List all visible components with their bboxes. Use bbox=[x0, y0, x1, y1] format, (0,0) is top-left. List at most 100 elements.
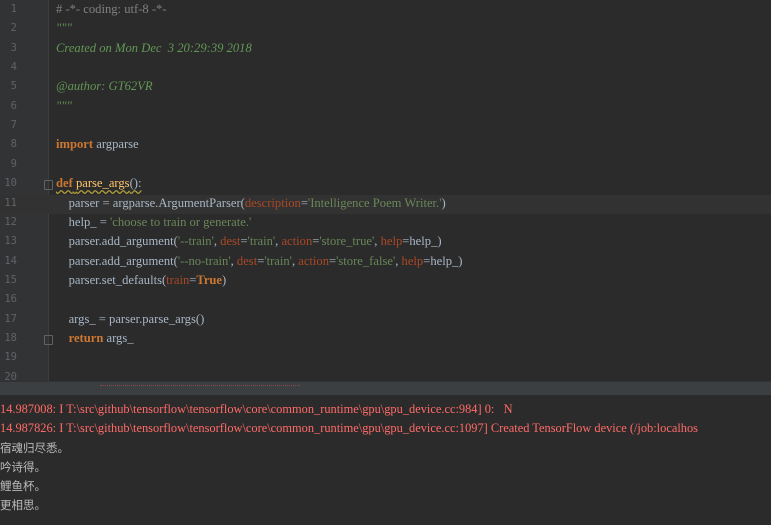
code-token: dest bbox=[220, 234, 241, 249]
code-token: 'choose to train or generate.' bbox=[109, 214, 252, 229]
panel-splitter[interactable] bbox=[0, 381, 771, 396]
code-editor[interactable]: 1 # -*- coding: utf-8 -*- 2 """ 3 Created on … bbox=[0, 0, 771, 381]
code-token: True bbox=[196, 272, 223, 287]
code-line[interactable]: 4 bbox=[0, 59, 771, 78]
code-token: 'train' bbox=[264, 253, 292, 268]
code-token: parse_args bbox=[75, 176, 130, 191]
code-token: 'store_true' bbox=[319, 234, 375, 249]
run-console[interactable]: 14.987008: I T:\src\github\tensorflow\te… bbox=[0, 395, 771, 525]
code-token: ) bbox=[441, 195, 446, 210]
line-number: 1 bbox=[10, 3, 17, 15]
code-token: # -*- coding: utf-8 -*- bbox=[56, 2, 167, 16]
code-token: =help_) bbox=[402, 234, 442, 249]
line-number: 12 bbox=[4, 215, 17, 228]
code-line[interactable]: 10 def parse_args(): bbox=[0, 175, 771, 194]
code-line[interactable]: 12 help_ = 'choose to train or generate.… bbox=[0, 214, 771, 233]
code-token: train bbox=[166, 272, 190, 287]
code-text: parser.add_argument('--no-train', dest='… bbox=[56, 254, 463, 269]
clipped-output-line bbox=[100, 382, 300, 386]
code-line[interactable]: 6 """ bbox=[0, 98, 771, 117]
code-token: @author: GT62VR bbox=[56, 79, 153, 94]
code-line[interactable]: 8 import argparse bbox=[0, 136, 771, 155]
code-text: """ bbox=[56, 99, 72, 114]
line-number: 11 bbox=[4, 196, 17, 209]
code-token: """ bbox=[56, 98, 72, 113]
code-token: parser.set_defaults( bbox=[56, 272, 167, 287]
code-token: '--no-train' bbox=[177, 253, 231, 268]
code-line[interactable]: 9 bbox=[0, 156, 771, 175]
line-number: 20 bbox=[4, 370, 17, 381]
console-log-line: 14.987008: I T:\src\github\tensorflow\te… bbox=[0, 402, 513, 416]
console-output-line: 鲤鱼杯。 bbox=[0, 479, 46, 493]
code-line[interactable]: 15 parser.set_defaults(train=True) bbox=[0, 272, 771, 291]
line-number: 9 bbox=[10, 157, 17, 170]
code-text: """ bbox=[56, 21, 72, 36]
code-line[interactable]: 16 bbox=[0, 291, 771, 310]
code-token: """ bbox=[56, 21, 72, 36]
code-token: 'store_false' bbox=[336, 253, 396, 268]
code-text: # -*- coding: utf-8 -*- bbox=[56, 2, 167, 17]
code-token: = bbox=[300, 195, 308, 210]
code-text: args_ = parser.parse_args() bbox=[56, 311, 205, 327]
line-number: 5 bbox=[10, 80, 17, 93]
code-line[interactable]: 20 bbox=[0, 369, 771, 381]
console-output-line: 更相思。 bbox=[0, 498, 46, 512]
code-line[interactable]: 1 # -*- coding: utf-8 -*- bbox=[0, 1, 771, 20]
code-token: = bbox=[240, 234, 248, 249]
code-token: description bbox=[244, 195, 301, 210]
code-line[interactable]: 2 """ bbox=[0, 20, 771, 39]
code-token: 'Intelligence Poem Writer.' bbox=[307, 195, 442, 210]
code-line[interactable]: 19 bbox=[0, 349, 771, 368]
code-text: import argparse bbox=[56, 137, 139, 152]
code-token: def bbox=[56, 176, 73, 191]
code-text: parser = argparse.ArgumentParser(descrip… bbox=[56, 196, 446, 211]
code-token: help bbox=[380, 234, 403, 249]
code-token: import bbox=[56, 137, 94, 152]
code-token: args_ bbox=[103, 330, 134, 345]
line-number: 7 bbox=[10, 119, 17, 132]
line-number: 17 bbox=[4, 312, 17, 325]
code-line[interactable]: 11 parser = argparse.ArgumentParser(desc… bbox=[0, 194, 771, 214]
code-line[interactable]: 17 args_ = parser.parse_args() bbox=[0, 311, 771, 330]
code-token: action bbox=[298, 253, 330, 268]
code-token: args_ = parser.parse_args() bbox=[56, 311, 205, 326]
code-token: Created on Mon Dec 3 20:29:39 2018 bbox=[56, 40, 252, 55]
code-token: parser = argparse.ArgumentParser( bbox=[56, 195, 245, 210]
code-token: '--train' bbox=[177, 234, 214, 249]
line-number: 19 bbox=[4, 351, 17, 364]
line-number: 4 bbox=[10, 61, 17, 74]
line-number: 15 bbox=[4, 273, 17, 286]
line-number: 8 bbox=[10, 138, 17, 151]
code-text: help_ = 'choose to train or generate.' bbox=[56, 214, 252, 230]
console-log-line: 14.987826: I T:\src\github\tensorflow\te… bbox=[0, 421, 698, 435]
code-text: parser.add_argument('--train', dest='tra… bbox=[56, 234, 442, 249]
line-number: 16 bbox=[4, 293, 17, 306]
code-token: return bbox=[68, 330, 104, 345]
line-number: 13 bbox=[4, 235, 17, 248]
line-number: 18 bbox=[4, 331, 17, 344]
code-text: @author: GT62VR bbox=[56, 79, 153, 94]
code-token: =help_) bbox=[423, 253, 463, 268]
code-token: parser.add_argument( bbox=[56, 253, 178, 268]
line-number: 10 bbox=[4, 177, 17, 190]
code-line[interactable]: 14 parser.add_argument('--no-train', des… bbox=[0, 253, 771, 272]
code-token: help bbox=[401, 253, 424, 268]
code-token: ) bbox=[222, 272, 227, 287]
fold-toggle-icon[interactable] bbox=[44, 334, 53, 345]
code-token: dest bbox=[236, 253, 258, 268]
line-number: 6 bbox=[10, 99, 17, 112]
line-number: 3 bbox=[10, 41, 17, 54]
line-number: 14 bbox=[4, 254, 17, 267]
code-line[interactable]: 18 return args_ bbox=[0, 330, 771, 349]
code-text: Created on Mon Dec 3 20:29:39 2018 bbox=[56, 41, 252, 56]
code-text: parser.set_defaults(train=True) bbox=[56, 272, 227, 288]
code-line[interactable]: 3 Created on Mon Dec 3 20:29:39 2018 bbox=[0, 40, 771, 59]
code-line[interactable]: 7 bbox=[0, 117, 771, 136]
code-token: action bbox=[281, 234, 313, 249]
line-number: 2 bbox=[10, 22, 17, 35]
code-line[interactable]: 5 @author: GT62VR bbox=[0, 78, 771, 97]
code-line[interactable]: 13 parser.add_argument('--train', dest='… bbox=[0, 233, 771, 252]
code-token: help_ = bbox=[56, 214, 110, 229]
fold-toggle-icon[interactable] bbox=[44, 180, 53, 191]
